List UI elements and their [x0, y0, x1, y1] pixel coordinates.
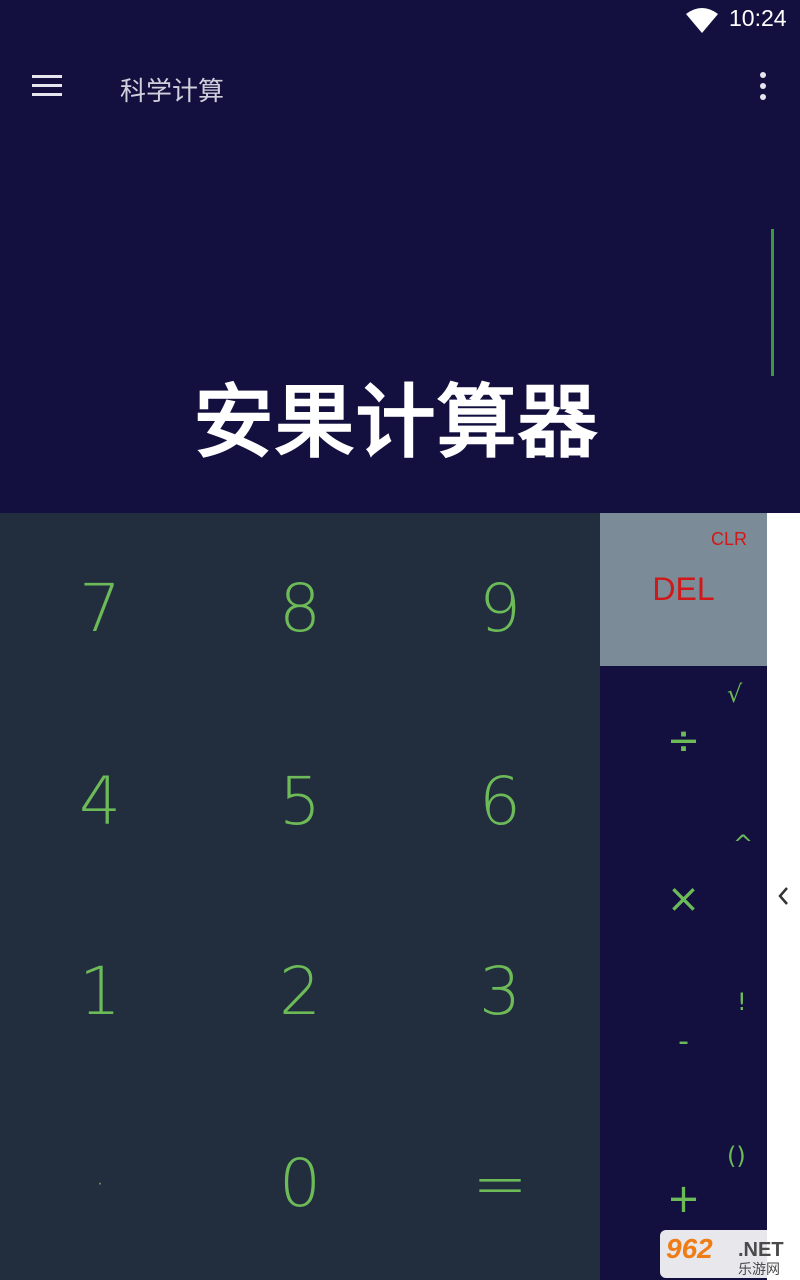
key-equals[interactable]: =	[400, 1088, 600, 1278]
advanced-drawer-handle[interactable]	[767, 513, 800, 1280]
operators-panel: √ ÷ ^ × ! - () +	[600, 666, 767, 1280]
hamburger-menu-icon[interactable]	[22, 60, 72, 110]
key-1[interactable]: 1	[0, 896, 200, 1086]
divide-key[interactable]: ÷	[600, 718, 767, 764]
multiply-key[interactable]: ×	[600, 876, 767, 922]
wifi-icon	[686, 8, 718, 33]
toolbar-title: 科学计算	[120, 77, 225, 107]
svg-text:乐游网: 乐游网	[738, 1262, 780, 1278]
sqrt-key[interactable]: √	[727, 680, 742, 708]
app-toolbar: 科学计算	[0, 50, 800, 126]
delete-button[interactable]: CLR DEL	[600, 513, 767, 666]
chevron-left-icon	[778, 887, 788, 905]
key-4[interactable]: 4	[0, 706, 200, 896]
overlay-title: 安果计算器	[193, 376, 599, 469]
factorial-key[interactable]: !	[737, 988, 747, 1016]
plus-key[interactable]: +	[600, 1176, 767, 1222]
key-0[interactable]: 0	[200, 1088, 400, 1278]
text-cursor	[771, 229, 774, 376]
power-key[interactable]: ^	[733, 830, 753, 858]
key-2[interactable]: 2	[200, 896, 400, 1086]
more-vert-icon[interactable]	[744, 64, 784, 108]
numeric-keypad: 7 8 9 4 5 6 1 2 3 · 0 =	[0, 513, 600, 1280]
key-7[interactable]: 7	[0, 513, 200, 703]
delete-label: DEL	[652, 571, 715, 607]
parens-key[interactable]: ()	[727, 1142, 746, 1170]
key-9[interactable]: 9	[400, 513, 600, 703]
key-decimal[interactable]: ·	[0, 1088, 200, 1278]
site-logo: 962 .NET 乐游网	[660, 1228, 795, 1278]
svg-text:962: 962	[666, 1233, 713, 1264]
key-5[interactable]: 5	[200, 706, 400, 896]
key-6[interactable]: 6	[400, 706, 600, 896]
status-time: 10:24	[729, 5, 787, 31]
svg-text:.NET: .NET	[738, 1239, 784, 1261]
key-8[interactable]: 8	[200, 513, 400, 703]
key-3[interactable]: 3	[400, 896, 600, 1086]
status-bar: 10:24	[0, 0, 800, 44]
calculator-display[interactable]: 安果计算器	[0, 126, 800, 512]
minus-key[interactable]: -	[600, 1024, 767, 1059]
clear-label: CLR	[710, 529, 747, 549]
